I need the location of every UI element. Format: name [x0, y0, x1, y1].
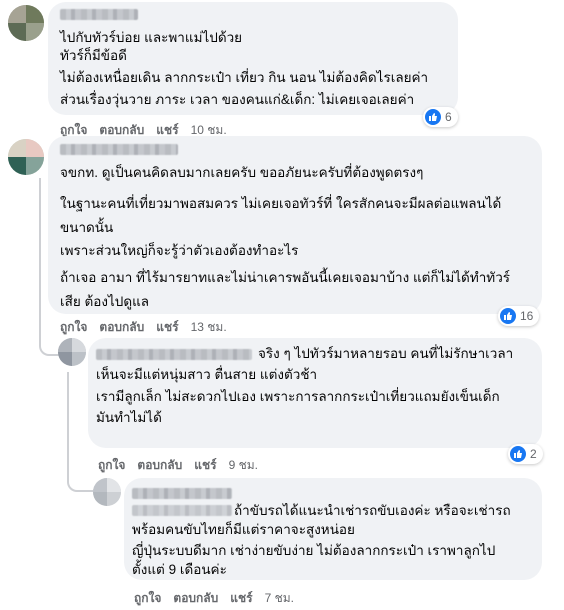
like-button[interactable]: ถูกใจ	[134, 591, 161, 605]
share-button[interactable]: แชร์	[156, 320, 178, 334]
like-reaction-icon	[500, 308, 516, 324]
comment-text: ไปกับทัวร์บ่อย และพาแม่ไปด้วย	[60, 30, 243, 45]
commenter-name[interactable]	[132, 488, 232, 499]
reply-text: จริง ๆ ไปทัวร์มาหลายรอบ คนที่ไม่รักษาเวล…	[258, 346, 514, 361]
commenter-name[interactable]	[60, 144, 178, 155]
comment-paragraph: จขกท. ดูเป็นคนคิดลบมากเลยครับ ขออภัยนะคร…	[60, 165, 424, 180]
reaction-count[interactable]: 6	[423, 107, 458, 127]
reply-text: ตั้งแต่ 9 เดือนค่ะ	[132, 562, 227, 577]
comment-paragraph: ในฐานะคนที่เที่ยวมาพอสมควร ไม่เคยเจอทัวร…	[60, 196, 502, 235]
reply-text: เห็นจะมีแต่หนุ่มสาว ตื่นสาย แต่งตัวช้า	[96, 367, 318, 382]
comment-paragraph: ถ้าเจอ อามา ที่ไร้มารยาทและไม่น่าเคารพอั…	[60, 270, 511, 309]
like-button[interactable]: ถูกใจ	[60, 320, 87, 334]
reply-text: มันทำไม่ได้	[96, 410, 162, 425]
reply-button[interactable]: ตอบกลับ	[173, 591, 218, 605]
like-button[interactable]: ถูกใจ	[98, 458, 125, 472]
reply-text: ญี่ปุ่นระบบดีมาก เช่าง่ายขับง่าย ไม่ต้อง…	[132, 543, 496, 558]
commenter-name[interactable]	[96, 349, 252, 360]
reply-actions: ถูกใจ ตอบกลับ แชร์ 9 ชม.	[98, 456, 258, 475]
reply-text: ถ้าขับรถได้แนะนำเช่ารถขับเองค่ะ หรือจะเช…	[234, 503, 511, 518]
like-reaction-icon	[425, 109, 441, 125]
reply-button[interactable]: ตอบกลับ	[99, 320, 144, 334]
avatar[interactable]	[8, 139, 44, 175]
timestamp[interactable]: 9 ชม.	[229, 458, 258, 472]
comment-text: ไม่ต้องเหนื่อยเดิน ลากกระเป๋า เที่ยว กิน…	[60, 70, 429, 85]
avatar[interactable]	[8, 5, 44, 41]
comment-actions: ถูกใจ ตอบกลับ แชร์ 13 ชม.	[60, 318, 227, 337]
comment-paragraph: เพราะส่วนใหญ่ก็จะรู้ว่าตัวเองต้องทำอะไร	[60, 243, 299, 258]
share-button[interactable]: แชร์	[194, 458, 216, 472]
reaction-count[interactable]: 16	[498, 306, 540, 326]
avatar[interactable]	[93, 478, 121, 506]
like-button[interactable]: ถูกใจ	[60, 123, 87, 137]
reply-button[interactable]: ตอบกลับ	[137, 458, 182, 472]
reply-button[interactable]: ตอบกลับ	[99, 123, 144, 137]
reply-text: เรามีลูกเล็ก ไม่สะดวกไปเอง เพราะการลากกร…	[96, 389, 500, 404]
comment-text: ทัวร์ก็มีข้อดี	[60, 48, 127, 63]
timestamp[interactable]: 10 ชม.	[191, 123, 227, 137]
comment-text: ส่วนเรื่องวุ่นวาย ภาระ เวลา ของคนแก่&เด็…	[60, 92, 415, 107]
reply-text: พร้อมคนขับไทยก็มีแต่ราคาจะสูงหน่อย	[132, 522, 355, 537]
timestamp[interactable]: 13 ชม.	[191, 320, 227, 334]
reaction-count[interactable]: 2	[508, 444, 543, 464]
avatar[interactable]	[58, 338, 86, 366]
reply-actions: ถูกใจ ตอบกลับ แชร์ 7 ชม.	[134, 589, 294, 608]
commenter-name[interactable]	[60, 9, 138, 20]
timestamp[interactable]: 7 ชม.	[265, 591, 294, 605]
commenter-name	[132, 505, 232, 516]
share-button[interactable]: แชร์	[156, 123, 178, 137]
like-reaction-icon	[510, 446, 526, 462]
share-button[interactable]: แชร์	[230, 591, 252, 605]
